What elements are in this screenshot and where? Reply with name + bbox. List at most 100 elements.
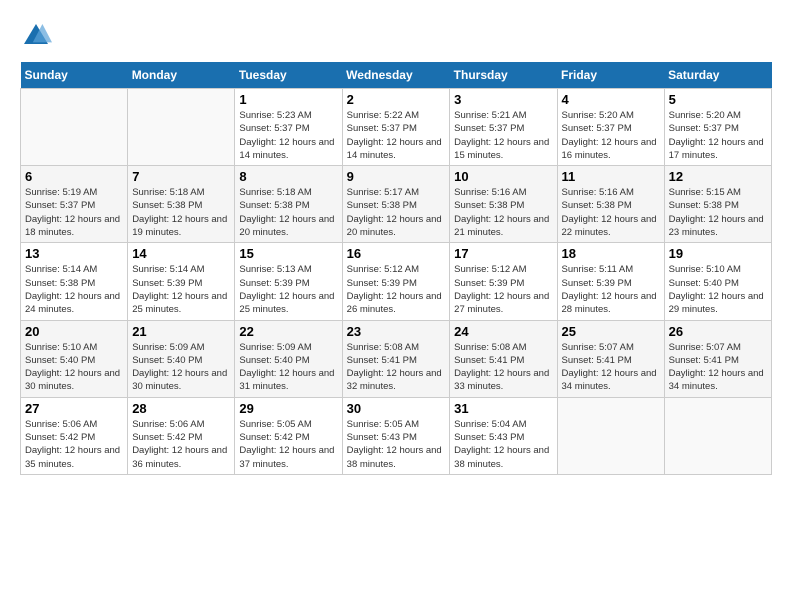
calendar-cell: 15Sunrise: 5:13 AM Sunset: 5:39 PM Dayli… xyxy=(235,243,342,320)
calendar-cell: 18 Sunrise: 5:11 AM Sunset: 5:39 PM Dayli… xyxy=(557,243,664,320)
cell-content: Sunrise: 5:13 AM Sunset: 5:39 PM Dayligh… xyxy=(239,263,337,316)
week-row-2: 6 Sunrise: 5:19 AM Sunset: 5:37 PM Daylig… xyxy=(21,166,772,243)
calendar-cell: 26 Sunrise: 5:07 AM Sunset: 5:41 PM Dayli… xyxy=(664,320,771,397)
calendar-cell: 29 Sunrise: 5:05 AM Sunset: 5:42 PM Dayli… xyxy=(235,397,342,474)
cell-content: Sunrise: 5:19 AM Sunset: 5:37 PM Dayligh… xyxy=(25,186,123,239)
cell-content: Sunrise: 5:08 AM Sunset: 5:41 PM Dayligh… xyxy=(454,341,552,394)
logo-icon xyxy=(20,20,52,52)
calendar-cell: 4 Sunrise: 5:20 AM Sunset: 5:37 PM Daylig… xyxy=(557,89,664,166)
day-number: 21 xyxy=(132,324,230,339)
day-header-thursday: Thursday xyxy=(450,62,557,89)
day-number: 3 xyxy=(454,92,552,107)
calendar-cell xyxy=(128,89,235,166)
day-number: 31 xyxy=(454,401,552,416)
cell-content: Sunrise: 5:17 AM Sunset: 5:38 PM Dayligh… xyxy=(347,186,446,239)
calendar-cell: 22 Sunrise: 5:09 AM Sunset: 5:40 PM Dayli… xyxy=(235,320,342,397)
cell-content: Sunrise: 5:07 AM Sunset: 5:41 PM Dayligh… xyxy=(669,341,767,394)
day-header-monday: Monday xyxy=(128,62,235,89)
cell-content: Sunrise: 5:06 AM Sunset: 5:42 PM Dayligh… xyxy=(25,418,123,471)
day-number: 22 xyxy=(239,324,337,339)
calendar-cell: 19 Sunrise: 5:10 AM Sunset: 5:40 PM Dayli… xyxy=(664,243,771,320)
cell-content: Sunrise: 5:20 AM Sunset: 5:37 PM Dayligh… xyxy=(669,109,767,162)
day-number: 14 xyxy=(132,246,230,261)
cell-content: Sunrise: 5:10 AM Sunset: 5:40 PM Dayligh… xyxy=(25,341,123,394)
cell-content: Sunrise: 5:18 AM Sunset: 5:38 PM Dayligh… xyxy=(239,186,337,239)
calendar-cell: 8 Sunrise: 5:18 AM Sunset: 5:38 PM Daylig… xyxy=(235,166,342,243)
day-number: 24 xyxy=(454,324,552,339)
cell-content: Sunrise: 5:07 AM Sunset: 5:41 PM Dayligh… xyxy=(562,341,660,394)
week-row-5: 27Sunrise: 5:06 AM Sunset: 5:42 PM Dayli… xyxy=(21,397,772,474)
day-number: 5 xyxy=(669,92,767,107)
calendar-cell: 25 Sunrise: 5:07 AM Sunset: 5:41 PM Dayli… xyxy=(557,320,664,397)
calendar-cell: 9 Sunrise: 5:17 AM Sunset: 5:38 PM Daylig… xyxy=(342,166,450,243)
day-number: 6 xyxy=(25,169,123,184)
cell-content: Sunrise: 5:05 AM Sunset: 5:42 PM Dayligh… xyxy=(239,418,337,471)
day-number: 29 xyxy=(239,401,337,416)
day-number: 17 xyxy=(454,246,552,261)
day-header-wednesday: Wednesday xyxy=(342,62,450,89)
day-number: 20 xyxy=(25,324,123,339)
calendar-cell: 12Sunrise: 5:15 AM Sunset: 5:38 PM Dayli… xyxy=(664,166,771,243)
calendar-cell: 5 Sunrise: 5:20 AM Sunset: 5:37 PM Daylig… xyxy=(664,89,771,166)
cell-content: Sunrise: 5:05 AM Sunset: 5:43 PM Dayligh… xyxy=(347,418,446,471)
day-number: 18 xyxy=(562,246,660,261)
week-row-3: 13 Sunrise: 5:14 AM Sunset: 5:38 PM Dayli… xyxy=(21,243,772,320)
calendar-cell: 3 Sunrise: 5:21 AM Sunset: 5:37 PM Daylig… xyxy=(450,89,557,166)
calendar-cell: 30Sunrise: 5:05 AM Sunset: 5:43 PM Dayli… xyxy=(342,397,450,474)
day-header-row: SundayMondayTuesdayWednesdayThursdayFrid… xyxy=(21,62,772,89)
day-number: 1 xyxy=(239,92,337,107)
day-number: 10 xyxy=(454,169,552,184)
day-number: 8 xyxy=(239,169,337,184)
calendar-cell: 31Sunrise: 5:04 AM Sunset: 5:43 PM Dayli… xyxy=(450,397,557,474)
day-header-friday: Friday xyxy=(557,62,664,89)
day-number: 16 xyxy=(347,246,446,261)
cell-content: Sunrise: 5:10 AM Sunset: 5:40 PM Dayligh… xyxy=(669,263,767,316)
calendar-cell: 28 Sunrise: 5:06 AM Sunset: 5:42 PM Dayli… xyxy=(128,397,235,474)
cell-content: Sunrise: 5:18 AM Sunset: 5:38 PM Dayligh… xyxy=(132,186,230,239)
calendar-cell: 24 Sunrise: 5:08 AM Sunset: 5:41 PM Dayli… xyxy=(450,320,557,397)
logo xyxy=(20,20,56,52)
calendar-cell xyxy=(557,397,664,474)
calendar-cell: 14 Sunrise: 5:14 AM Sunset: 5:39 PM Dayli… xyxy=(128,243,235,320)
cell-content: Sunrise: 5:08 AM Sunset: 5:41 PM Dayligh… xyxy=(347,341,446,394)
day-number: 28 xyxy=(132,401,230,416)
day-number: 9 xyxy=(347,169,446,184)
cell-content: Sunrise: 5:11 AM Sunset: 5:39 PM Dayligh… xyxy=(562,263,660,316)
cell-content: Sunrise: 5:20 AM Sunset: 5:37 PM Dayligh… xyxy=(562,109,660,162)
calendar-cell: 7 Sunrise: 5:18 AM Sunset: 5:38 PM Daylig… xyxy=(128,166,235,243)
cell-content: Sunrise: 5:09 AM Sunset: 5:40 PM Dayligh… xyxy=(239,341,337,394)
calendar-cell xyxy=(664,397,771,474)
cell-content: Sunrise: 5:22 AM Sunset: 5:37 PM Dayligh… xyxy=(347,109,446,162)
calendar-cell: 2Sunrise: 5:22 AM Sunset: 5:37 PM Daylig… xyxy=(342,89,450,166)
calendar-cell: 21 Sunrise: 5:09 AM Sunset: 5:40 PM Dayli… xyxy=(128,320,235,397)
cell-content: Sunrise: 5:14 AM Sunset: 5:38 PM Dayligh… xyxy=(25,263,123,316)
day-number: 26 xyxy=(669,324,767,339)
cell-content: Sunrise: 5:16 AM Sunset: 5:38 PM Dayligh… xyxy=(562,186,660,239)
calendar-cell: 23 Sunrise: 5:08 AM Sunset: 5:41 PM Dayli… xyxy=(342,320,450,397)
calendar-cell: 27Sunrise: 5:06 AM Sunset: 5:42 PM Dayli… xyxy=(21,397,128,474)
calendar-cell: 10Sunrise: 5:16 AM Sunset: 5:38 PM Dayli… xyxy=(450,166,557,243)
calendar-cell: 6 Sunrise: 5:19 AM Sunset: 5:37 PM Daylig… xyxy=(21,166,128,243)
cell-content: Sunrise: 5:21 AM Sunset: 5:37 PM Dayligh… xyxy=(454,109,552,162)
cell-content: Sunrise: 5:12 AM Sunset: 5:39 PM Dayligh… xyxy=(347,263,446,316)
day-number: 25 xyxy=(562,324,660,339)
calendar-cell: 11Sunrise: 5:16 AM Sunset: 5:38 PM Dayli… xyxy=(557,166,664,243)
calendar-cell: 20 Sunrise: 5:10 AM Sunset: 5:40 PM Dayli… xyxy=(21,320,128,397)
cell-content: Sunrise: 5:12 AM Sunset: 5:39 PM Dayligh… xyxy=(454,263,552,316)
day-number: 13 xyxy=(25,246,123,261)
cell-content: Sunrise: 5:15 AM Sunset: 5:38 PM Dayligh… xyxy=(669,186,767,239)
cell-content: Sunrise: 5:06 AM Sunset: 5:42 PM Dayligh… xyxy=(132,418,230,471)
cell-content: Sunrise: 5:09 AM Sunset: 5:40 PM Dayligh… xyxy=(132,341,230,394)
calendar-cell: 16 Sunrise: 5:12 AM Sunset: 5:39 PM Dayli… xyxy=(342,243,450,320)
day-number: 4 xyxy=(562,92,660,107)
day-number: 23 xyxy=(347,324,446,339)
week-row-1: 1Sunrise: 5:23 AM Sunset: 5:37 PM Daylig… xyxy=(21,89,772,166)
page-header xyxy=(20,20,772,52)
calendar-cell xyxy=(21,89,128,166)
day-number: 19 xyxy=(669,246,767,261)
cell-content: Sunrise: 5:14 AM Sunset: 5:39 PM Dayligh… xyxy=(132,263,230,316)
calendar-cell: 13 Sunrise: 5:14 AM Sunset: 5:38 PM Dayli… xyxy=(21,243,128,320)
day-header-tuesday: Tuesday xyxy=(235,62,342,89)
day-number: 7 xyxy=(132,169,230,184)
day-header-saturday: Saturday xyxy=(664,62,771,89)
